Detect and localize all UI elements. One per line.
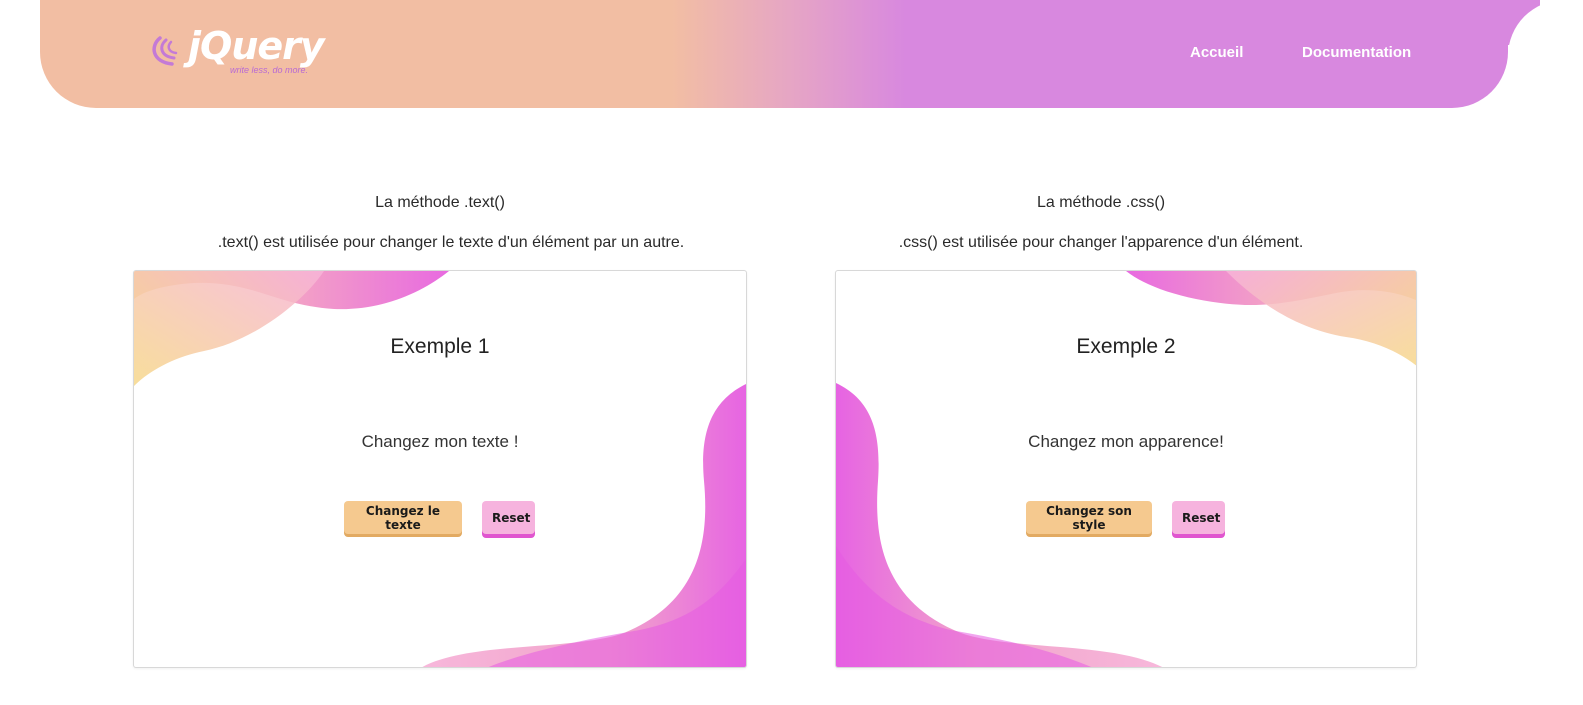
- example-card-1: Exemple 1 Changez mon texte ! Changez le…: [133, 270, 747, 668]
- reset-button[interactable]: Reset: [1172, 501, 1225, 534]
- change-text-button[interactable]: Changez le texte: [344, 501, 462, 534]
- nav-link-accueil[interactable]: Accueil: [1190, 44, 1243, 61]
- jquery-logo[interactable]: jQuery write less, do more.: [150, 24, 340, 78]
- section-description-text-method: .text() est utilisée pour changer le tex…: [217, 234, 685, 251]
- nav-link-documentation[interactable]: Documentation: [1302, 44, 1411, 61]
- card-background-decoration: [134, 271, 746, 667]
- reset-button[interactable]: Reset: [482, 501, 535, 534]
- change-style-button[interactable]: Changez son style: [1026, 501, 1152, 534]
- card-title: Exemple 2: [1076, 335, 1176, 358]
- card-title: Exemple 1: [390, 335, 490, 358]
- logo-tagline: write less, do more.: [230, 65, 309, 75]
- card-background-decoration: [836, 271, 1416, 667]
- example-card-2: Exemple 2 Changez mon apparence! Changez…: [835, 270, 1417, 668]
- target-text: Changez mon texte !: [361, 432, 519, 451]
- section-description-css-method: .css() est utilisée pour changer l'appar…: [898, 234, 1304, 251]
- section-heading-css-method: La méthode .css(): [1036, 194, 1166, 211]
- section-heading-text-method: La méthode .text(): [375, 194, 505, 211]
- logo-wordmark: jQuery: [188, 24, 325, 68]
- jquery-swirl-icon: [152, 36, 178, 66]
- target-text: Changez mon apparence!: [1028, 432, 1224, 451]
